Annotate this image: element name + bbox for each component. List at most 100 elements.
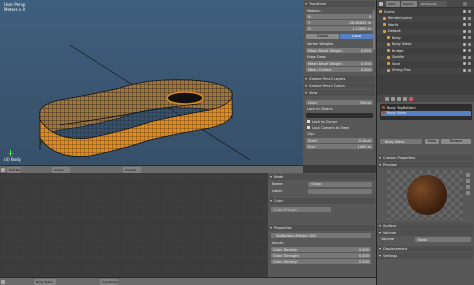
render-camera-icon[interactable] (468, 55, 471, 59)
visibility-eye-icon[interactable] (463, 62, 466, 65)
properties-sidebar: Transform Median: X: 0 Y: -26.65642 m Z: 1.… (303, 0, 376, 165)
outliner-item[interactable]: Saddle (377, 54, 474, 61)
node-label-field[interactable] (308, 188, 372, 194)
sidebar-scrollbar[interactable] (373, 10, 375, 50)
node-label-label: Label: (272, 189, 283, 193)
outliner-filter-icon[interactable] (463, 2, 467, 6)
settings-header[interactable]: Settings (378, 253, 473, 259)
render-camera-icon[interactable] (468, 42, 471, 46)
custom-properties-header[interactable]: Custom Properties (378, 155, 473, 161)
node-editor-type-icon[interactable] (1, 280, 5, 284)
median-y-field[interactable]: Y: -26.65642 m (306, 20, 373, 25)
mesh-wireframe[interactable] (0, 0, 303, 165)
outliner-scenes-dropdown[interactable]: All Scenes (419, 1, 447, 7)
node-group-field[interactable]: TopBottom-Pattern.002 (271, 233, 371, 238)
surface-header[interactable]: Surface (378, 223, 473, 229)
grease-pencil-colors-header[interactable]: Grease Pencil Colors (304, 83, 375, 89)
render-tab-icon[interactable] (385, 96, 389, 101)
visibility-eye-icon[interactable] (463, 29, 466, 33)
median-x-field[interactable]: X: 0 (306, 14, 373, 19)
visibility-eye-icon[interactable] (463, 10, 466, 13)
outliner-item[interactable]: Default (377, 28, 474, 35)
local-button[interactable]: Local (340, 34, 373, 39)
editor-type-icon[interactable] (1, 168, 5, 172)
color-presets-dropdown[interactable]: Color Presets (271, 207, 331, 212)
outliner-editor-icon[interactable] (379, 2, 383, 6)
global-button[interactable]: Global (306, 34, 339, 39)
material-tab-icon[interactable] (409, 96, 413, 101)
render-camera-icon[interactable] (468, 36, 471, 39)
material-slot-1[interactable]: Body TopBottom (381, 105, 471, 110)
outliner-search-tab[interactable]: Search (401, 1, 417, 7)
clip-start-field[interactable]: Start: 0.1mm (306, 138, 373, 143)
preview-header[interactable]: Preview (378, 162, 473, 168)
mean-crease-field[interactable]: Mean Crease: 0.000 (306, 67, 373, 72)
material-sphere-icon (382, 111, 385, 114)
visibility-eye-icon[interactable] (463, 55, 466, 59)
outliner-item[interactable]: Scene (377, 9, 474, 15)
use-nodes-toggle[interactable]: Use Nodes (100, 279, 118, 285)
visibility-eye-icon[interactable] (463, 49, 466, 52)
render-camera-icon[interactable] (468, 10, 471, 13)
lens-field[interactable]: Lens: 35mm (306, 100, 373, 105)
lock-to-cursor-checkbox[interactable] (307, 120, 310, 123)
outliner-item[interactable]: World (377, 22, 474, 28)
mean-bevel-weight-field[interactable]: Mean Bevel Weight: 0.000 (306, 48, 373, 53)
node-editor-canvas[interactable] (0, 173, 268, 277)
render-camera-icon[interactable] (468, 68, 471, 72)
axis-gizmo-icon (8, 150, 14, 156)
grain-strength-field[interactable]: Grain Strength: 0.500 (271, 253, 371, 258)
material-selector[interactable]: Body Sides (34, 279, 56, 285)
data-button[interactable]: Data (425, 139, 439, 144)
browse-button[interactable]: Browse (441, 139, 471, 144)
render-camera-icon[interactable] (468, 29, 471, 33)
lock-to-cursor-label: Lock to Cursor (312, 119, 338, 124)
grease-pencil-layers-header[interactable]: Grease Pencil Layers (304, 76, 375, 82)
visibility-eye-icon[interactable] (463, 36, 466, 39)
view-panel-header[interactable]: View (304, 90, 375, 96)
volume-shader-field[interactable]: None (415, 237, 471, 242)
outliner-item[interactable]: String Pins (377, 67, 474, 74)
outliner-item[interactable]: Body (377, 35, 474, 41)
median-z-field[interactable]: Z: 1.12995 m (306, 26, 373, 31)
clip-end-field[interactable]: End: 1000 m (306, 144, 373, 149)
volume-header[interactable]: Volume (378, 230, 473, 236)
outliner-item[interactable]: Spot (377, 61, 474, 67)
render-camera-icon[interactable] (468, 62, 471, 65)
material-slots-list[interactable]: Body TopBottom Body Sides (380, 104, 472, 120)
outliner-item[interactable]: Body Sides (377, 41, 474, 48)
edge-bevel-weight-field[interactable]: Mean Bevel Weight: 0.000 (306, 61, 373, 66)
lock-object-field[interactable] (306, 113, 373, 118)
visibility-eye-icon[interactable] (463, 23, 466, 26)
grain-density-2-field[interactable]: Grain Density: 0.500 (271, 259, 371, 264)
median-label: Median: (307, 9, 321, 13)
visibility-eye-icon[interactable] (463, 42, 466, 46)
material-preview-image (387, 170, 463, 220)
transform-panel-header[interactable]: Transform (304, 1, 375, 7)
outliner-view-tab[interactable]: View (386, 1, 400, 7)
grain-density-field[interactable]: Grain Density: 0.500 (271, 247, 371, 252)
render-camera-icon[interactable] (468, 16, 471, 20)
edge-data-label: Edge Data: (307, 55, 327, 59)
displacement-header[interactable]: Displacement (378, 246, 473, 252)
outliner-item-icon (387, 62, 390, 65)
lock-camera-checkbox[interactable] (307, 126, 310, 129)
outliner-item[interactable]: RenderLayers (377, 15, 474, 22)
node-panel-header[interactable]: Node (269, 174, 375, 180)
world-tab-icon[interactable] (397, 96, 401, 101)
render-camera-icon[interactable] (468, 49, 471, 52)
scene-tab-icon[interactable] (391, 96, 395, 101)
properties-panel-header[interactable]: Properties (269, 225, 375, 231)
color-panel-header[interactable]: Color (269, 198, 375, 204)
object-tab-icon[interactable] (403, 96, 407, 101)
material-slot-2[interactable]: Body Sides (381, 110, 471, 116)
outliner-item-icon (387, 49, 390, 52)
outliner-item[interactable]: Bridge (377, 48, 474, 54)
render-camera-icon[interactable] (468, 23, 471, 26)
visibility-eye-icon[interactable] (463, 16, 466, 20)
preview-shape-buttons[interactable] (465, 173, 471, 213)
visibility-eye-icon[interactable] (463, 68, 466, 72)
node-name-field[interactable]: Group (308, 181, 372, 187)
3d-viewport[interactable]: User Persp Meters x 0 (4) Body (0, 0, 303, 165)
material-name-field[interactable]: Body Sides (380, 139, 422, 144)
